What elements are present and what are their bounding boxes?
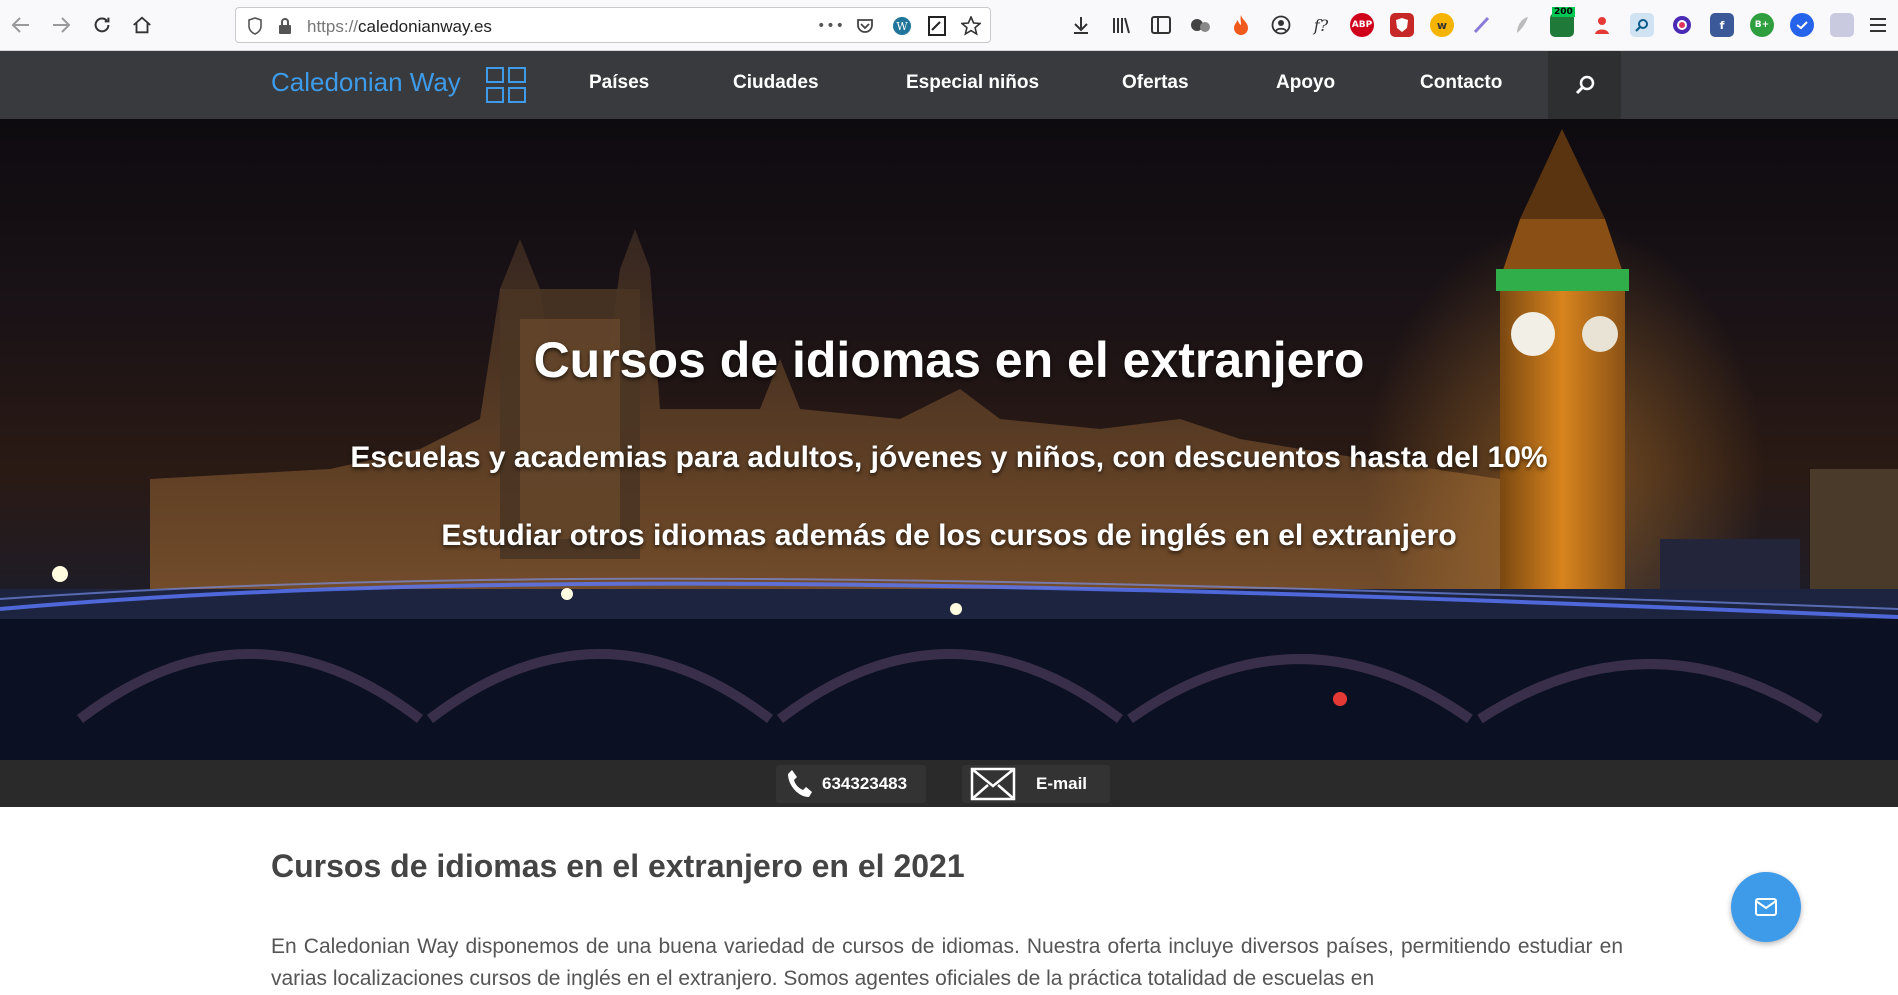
svg-text:W: W bbox=[896, 20, 908, 33]
camera-icon[interactable] bbox=[1670, 13, 1694, 37]
page-actions-menu-icon[interactable]: ••• bbox=[817, 15, 844, 37]
bplus-icon[interactable]: B+ bbox=[1750, 13, 1774, 37]
containers-icon[interactable] bbox=[1189, 13, 1213, 37]
contact-chat-button[interactable] bbox=[1731, 872, 1801, 942]
envelope-icon bbox=[970, 767, 1016, 801]
pen-icon[interactable] bbox=[1470, 13, 1494, 37]
nav-item-apoyo[interactable]: Apoyo bbox=[1276, 72, 1335, 94]
browser-toolbar: https://caledonianway.es ••• W f? ABP w bbox=[0, 0, 1898, 51]
phone-number: 634323483 bbox=[822, 774, 908, 793]
reader-edit-icon[interactable] bbox=[926, 15, 948, 37]
account-icon[interactable] bbox=[1269, 13, 1293, 37]
sidebar-icon[interactable] bbox=[1149, 13, 1173, 37]
content-paragraph: En Caledonian Way disponemos de una buen… bbox=[271, 935, 1623, 990]
download-icon[interactable] bbox=[1069, 13, 1093, 37]
email-button[interactable]: E-mail bbox=[962, 765, 1110, 803]
hero-subtitle-discounts: Escuelas y academias para adultos, jóven… bbox=[350, 441, 1548, 474]
mail-icon bbox=[1755, 898, 1777, 916]
back-icon[interactable] bbox=[6, 10, 36, 40]
hero-title: Cursos de idiomas en el extranjero bbox=[533, 332, 1365, 388]
forward-icon[interactable] bbox=[46, 10, 76, 40]
shield-icon[interactable] bbox=[244, 15, 266, 37]
nav-item-ofertas[interactable]: Ofertas bbox=[1122, 72, 1189, 94]
site-navbar: Caledonian Way Países Ciudades Especial … bbox=[0, 51, 1898, 119]
site-logo[interactable]: Caledonian Way bbox=[271, 67, 461, 98]
pocket-icon[interactable] bbox=[854, 15, 876, 37]
contact-bar: 634323483 E-mail bbox=[0, 760, 1898, 807]
nav-item-ciudades[interactable]: Ciudades bbox=[733, 72, 819, 94]
search-icon bbox=[1575, 75, 1594, 95]
badge-counter-icon[interactable]: 200 bbox=[1550, 7, 1575, 37]
abp-icon[interactable]: ABP bbox=[1350, 13, 1374, 37]
magnifier-icon[interactable] bbox=[1630, 13, 1654, 37]
hamburger-menu-icon[interactable] bbox=[1866, 13, 1890, 37]
link-icon[interactable] bbox=[1790, 13, 1814, 37]
word-icon[interactable]: w bbox=[1430, 13, 1454, 37]
feather-icon[interactable] bbox=[1510, 13, 1534, 37]
logo-grid-icon bbox=[486, 67, 528, 105]
function-icon[interactable]: f? bbox=[1309, 13, 1333, 37]
lock-icon[interactable] bbox=[274, 15, 296, 37]
reload-icon[interactable] bbox=[87, 10, 117, 40]
nav-item-contacto[interactable]: Contacto bbox=[1420, 72, 1502, 94]
facebook-icon[interactable]: f bbox=[1710, 13, 1734, 37]
library-icon[interactable] bbox=[1109, 13, 1133, 37]
main-content: Cursos de idiomas en el extranjero en el… bbox=[0, 807, 1898, 990]
hero-banner: Cursos de idiomas en el extranjero Escue… bbox=[0, 119, 1898, 760]
nav-item-paises[interactable]: Países bbox=[589, 72, 649, 94]
nav-item-especial-ninos[interactable]: Especial niños bbox=[906, 72, 1039, 94]
content-title: Cursos de idiomas en el extranjero en el… bbox=[271, 848, 965, 884]
phone-button[interactable]: 634323483 bbox=[776, 765, 926, 803]
url-text[interactable]: https://caledonianway.es bbox=[307, 17, 492, 37]
brave-icon[interactable] bbox=[1390, 13, 1414, 37]
phone-icon bbox=[788, 770, 812, 797]
home-icon[interactable] bbox=[127, 10, 157, 40]
bookmark-star-icon[interactable] bbox=[960, 15, 982, 37]
fire-icon[interactable] bbox=[1229, 13, 1253, 37]
extension-icon[interactable] bbox=[1830, 13, 1854, 37]
hero-subtitle-languages: Estudiar otros idiomas además de los cur… bbox=[441, 519, 1457, 552]
email-label: E-mail bbox=[1036, 774, 1088, 793]
person-icon[interactable] bbox=[1590, 13, 1614, 37]
site-search-button[interactable] bbox=[1548, 51, 1621, 119]
hero-night-london-image bbox=[0, 129, 1898, 760]
wordpress-icon[interactable]: W bbox=[891, 15, 913, 37]
url-bar[interactable]: https://caledonianway.es ••• W bbox=[235, 7, 991, 43]
